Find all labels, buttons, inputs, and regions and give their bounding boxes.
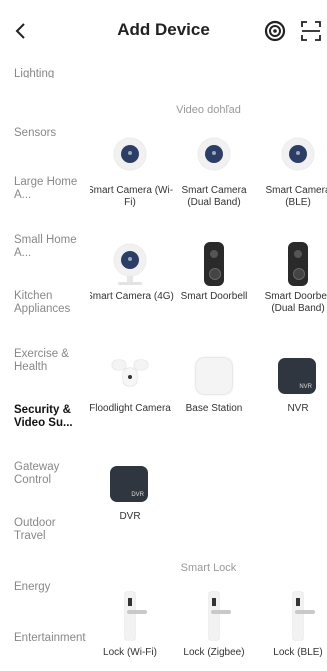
device-tile[interactable]: Smart Doorbell xyxy=(169,242,259,303)
dvr-icon: DVR xyxy=(108,462,152,506)
sidebar-item-gateway-control[interactable]: Gateway Control xyxy=(14,461,88,487)
sidebar-item-security-video[interactable]: Security & Video Su... xyxy=(14,404,88,430)
device-label: Smart Doorbell xyxy=(180,291,248,302)
nvr-icon: NVR xyxy=(276,354,320,398)
device-label: Smart Doorbell (Dual Band) xyxy=(264,291,327,314)
lock-icon xyxy=(108,592,152,642)
camera-icon xyxy=(108,136,152,180)
device-tile[interactable]: Smart Camera (Wi-Fi) xyxy=(90,136,175,209)
camera-icon xyxy=(108,242,152,286)
device-label: NVR xyxy=(287,403,309,414)
device-label: Smart Camera (BLE) xyxy=(265,185,327,208)
sidebar-item-small-home-appliances[interactable]: Small Home A... xyxy=(14,234,88,260)
doorbell-icon xyxy=(192,242,236,286)
sidebar-item-large-home-appliances[interactable]: Large Home A... xyxy=(14,176,88,202)
section-title-smart-lock: Smart Lock xyxy=(180,562,237,574)
device-tile[interactable]: Base Station xyxy=(169,354,259,415)
dvr-box-text: DVR xyxy=(131,492,144,498)
device-label: Base Station xyxy=(185,403,243,414)
device-tile[interactable]: Smart Camera (4G) xyxy=(90,242,175,303)
device-tile[interactable]: Smart Camera (Dual Band) xyxy=(169,136,259,209)
device-label: Floodlight Camera xyxy=(90,403,171,414)
base-station-icon xyxy=(192,354,236,398)
device-label: DVR xyxy=(119,511,141,522)
sidebar-item-lighting[interactable]: Lighting xyxy=(14,68,88,78)
device-label: Lock (Wi-Fi) xyxy=(103,647,157,658)
sidebar-item-entertainment[interactable]: Entertainment xyxy=(14,632,86,645)
lock-icon xyxy=(192,592,236,642)
device-tile[interactable]: DVR DVR xyxy=(90,462,175,523)
device-tile[interactable]: Lock (Zigbee) xyxy=(169,592,259,659)
device-label: Smart Camera (Wi-Fi) xyxy=(90,185,174,208)
sidebar-item-exercise-health[interactable]: Exercise & Health xyxy=(14,348,88,374)
device-tile[interactable]: Lock (Wi-Fi) xyxy=(90,592,175,659)
device-tile[interactable]: Lock (BLE) xyxy=(253,592,327,659)
device-tile[interactable]: NVR NVR xyxy=(253,354,327,415)
header: Add Device xyxy=(0,0,327,62)
device-label: Smart Camera (4G) xyxy=(90,291,174,302)
section-title-video: Video dohľad xyxy=(176,104,241,116)
lock-icon xyxy=(276,592,320,642)
doorbell-icon xyxy=(276,242,320,286)
category-sidebar: Lighting Sensors Large Home A... Small H… xyxy=(0,62,90,671)
device-tile[interactable]: Floodlight Camera xyxy=(90,354,175,415)
nvr-box-text: NVR xyxy=(299,384,312,390)
sidebar-item-kitchen-appliances[interactable]: Kitchen Appliances xyxy=(14,290,88,316)
device-label: Smart Camera (Dual Band) xyxy=(181,185,247,208)
device-tile[interactable]: Smart Camera (BLE) xyxy=(253,136,327,209)
camera-icon xyxy=(276,136,320,180)
device-label: Lock (Zigbee) xyxy=(183,647,245,658)
sidebar-item-sensors[interactable]: Sensors xyxy=(14,127,88,140)
floodlight-icon xyxy=(108,354,152,398)
sidebar-item-outdoor-travel[interactable]: Outdoor Travel xyxy=(14,517,88,543)
camera-icon xyxy=(192,136,236,180)
auto-scan-icon[interactable] xyxy=(264,20,286,42)
device-label: Lock (BLE) xyxy=(273,647,323,658)
device-list: Video dohľad Smart Camera (Wi-Fi) Smart … xyxy=(90,62,327,671)
device-tile[interactable]: Smart Doorbell (Dual Band) xyxy=(253,242,327,315)
qr-scan-icon[interactable] xyxy=(300,20,322,42)
sidebar-item-energy[interactable]: Energy xyxy=(14,581,88,594)
